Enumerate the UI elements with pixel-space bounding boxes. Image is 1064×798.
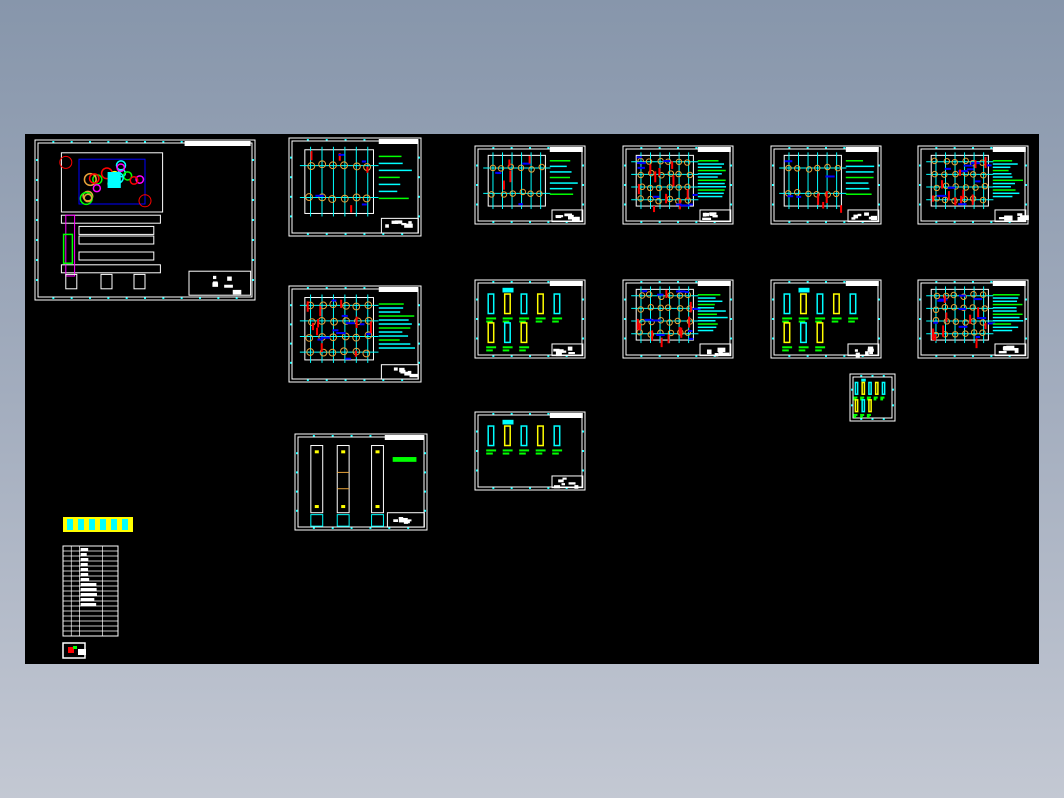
title-block <box>386 512 425 528</box>
title-block <box>699 209 732 223</box>
title-strip <box>845 147 879 152</box>
title-block <box>380 217 419 234</box>
legend-cell <box>100 519 106 530</box>
plan-geometry <box>299 146 379 217</box>
drawing-sheet-plan-sheet-f[interactable] <box>917 145 1029 225</box>
mini-preview[interactable] <box>62 642 86 659</box>
parts-list[interactable] <box>62 545 119 637</box>
legend-cell <box>67 519 73 530</box>
plan-geometry <box>631 286 701 348</box>
title-block <box>551 343 584 357</box>
detail-geometry <box>486 419 563 455</box>
title-strip <box>378 139 419 144</box>
title-strip <box>549 147 583 152</box>
notes-block <box>549 160 578 195</box>
drawing-sheet-detail-sheet-small[interactable] <box>849 373 896 422</box>
legend-cell <box>78 519 84 530</box>
title-strip <box>992 281 1026 286</box>
plan-geometry <box>483 152 551 210</box>
title-block <box>994 209 1029 223</box>
drawing-sheet-detail-sheet-c[interactable] <box>474 411 586 491</box>
plan-geometry <box>779 152 847 213</box>
drawing-sheet-plan-sheet-e[interactable] <box>770 145 882 225</box>
drawing-sheet-plan-sheet-d[interactable] <box>622 145 734 225</box>
detail-geometry <box>486 287 563 352</box>
drawing-layer <box>34 137 1029 659</box>
sheet-inner-border <box>852 376 893 419</box>
title-block <box>847 343 880 358</box>
drawing-sheet-plan-sheet-g[interactable] <box>622 279 734 359</box>
notes-block <box>378 303 416 349</box>
drawing-sheet-detail-sheet-b[interactable] <box>770 279 882 359</box>
legend-table[interactable] <box>63 517 133 532</box>
sheet-border <box>770 145 882 225</box>
sheet-border <box>294 433 428 531</box>
title-strip <box>378 287 419 292</box>
title-strip <box>845 281 879 286</box>
title-block <box>551 209 584 223</box>
legend-cell <box>89 519 95 530</box>
border-ticks <box>772 147 880 223</box>
elevation-geometry <box>310 445 417 527</box>
title-strip <box>384 435 425 440</box>
legend-cell <box>111 519 117 530</box>
title-strip <box>184 141 251 146</box>
title-strip <box>549 413 583 418</box>
plan-geometry <box>299 294 379 363</box>
title-strip <box>549 281 583 286</box>
detail-geometry <box>853 378 886 418</box>
title-block <box>380 364 419 380</box>
legend-cell <box>122 519 128 530</box>
detail-geometry <box>782 287 859 352</box>
cad-model-space-canvas[interactable] <box>25 134 1039 664</box>
drawing-sheet-detail-sheet-a[interactable] <box>474 279 586 359</box>
notes-block <box>378 155 412 200</box>
drawing-sheet-plan-sheet-h[interactable] <box>917 279 1029 359</box>
drawing-sheet-plan-sheet-c[interactable] <box>474 145 586 225</box>
drawing-sheet-plan-sheet-b[interactable] <box>288 285 422 383</box>
title-block <box>994 343 1027 357</box>
title-strip <box>992 147 1026 152</box>
plan-geometry <box>631 152 699 213</box>
drawing-sheet-plan-sheet-a[interactable] <box>288 137 422 237</box>
notes-block <box>992 160 1023 198</box>
assembly-geometry <box>59 152 164 290</box>
plan-geometry <box>926 286 996 349</box>
title-strip <box>697 147 731 152</box>
title-block <box>847 209 880 223</box>
title-block <box>188 270 252 296</box>
notes-block <box>697 160 727 198</box>
drawing-sheet-assembly-drawing[interactable] <box>34 139 256 301</box>
drawing-sheet-elevation-sheet[interactable] <box>294 433 428 531</box>
notes-block <box>697 294 728 332</box>
title-strip <box>697 281 731 286</box>
notes-block <box>992 294 1024 332</box>
plan-geometry <box>926 152 994 210</box>
notes-block <box>845 160 875 195</box>
